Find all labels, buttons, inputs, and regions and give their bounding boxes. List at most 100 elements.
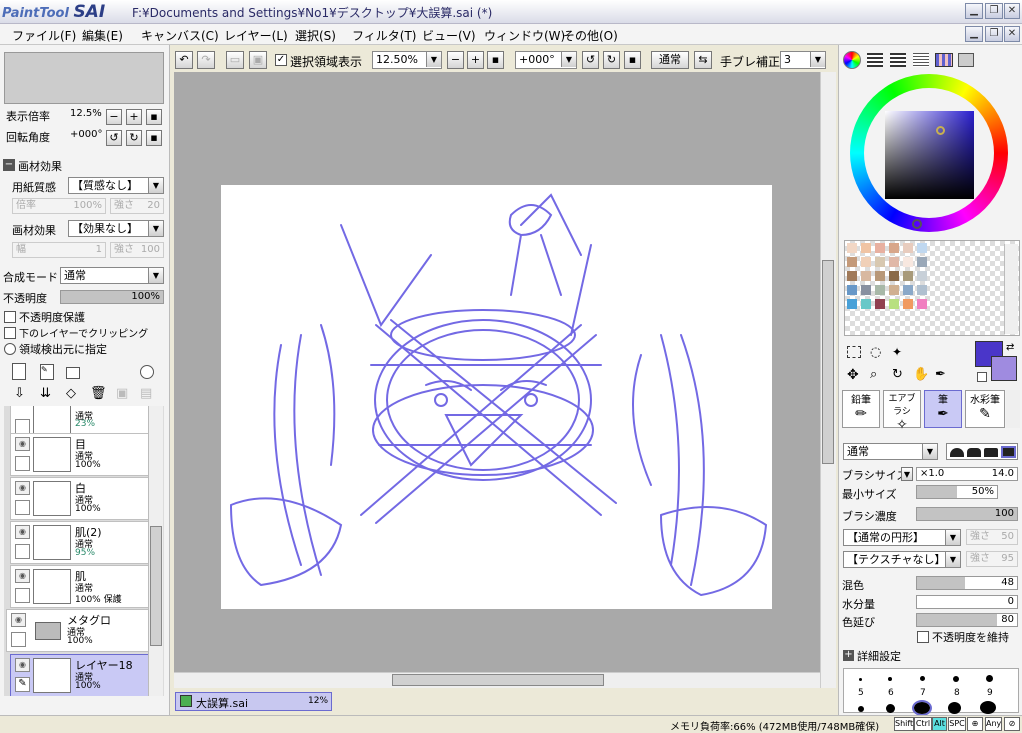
- layer-item-skin2[interactable]: ◉ 肌(2) 通常 95%: [10, 521, 151, 564]
- palette-swatch[interactable]: [917, 299, 927, 309]
- eye-icon[interactable]: ◉: [15, 658, 30, 672]
- layer-lock-icon[interactable]: [15, 500, 30, 515]
- edge-shape-1[interactable]: [950, 448, 964, 457]
- size-dot[interactable]: [886, 704, 895, 713]
- pen-icon[interactable]: ✎: [15, 677, 30, 692]
- edge-shape-4[interactable]: [1001, 446, 1016, 458]
- menu-edit[interactable]: 編集(E): [82, 27, 123, 44]
- flip-button[interactable]: ⇆: [694, 51, 712, 69]
- brush-edge-shapes[interactable]: [946, 443, 1018, 460]
- tool-pencil[interactable]: 鉛筆 ✏: [842, 390, 880, 428]
- hsv-slider-icon[interactable]: [890, 53, 906, 67]
- redo-button[interactable]: ↷: [197, 51, 215, 69]
- palette-swatch[interactable]: [917, 257, 927, 267]
- palette-swatch[interactable]: [917, 271, 927, 281]
- canvas-vertical-scrollbar[interactable]: [820, 72, 836, 688]
- menu-filter[interactable]: フィルタ(T): [352, 27, 416, 44]
- density-slider[interactable]: 100: [916, 507, 1018, 521]
- size-dot[interactable]: [858, 706, 864, 712]
- deselect-button[interactable]: ▭: [226, 51, 244, 69]
- size-dot[interactable]: [948, 702, 961, 714]
- layer-item-eyes[interactable]: ◉ 目通常 100%: [10, 433, 151, 476]
- palette-swatch[interactable]: [875, 285, 885, 295]
- brush-texture-select[interactable]: 【テクスチャなし】 ▼: [843, 551, 961, 568]
- maximize-button[interactable]: ❐: [985, 3, 1003, 19]
- protect-opacity-checkbox[interactable]: [4, 311, 16, 323]
- size-dot[interactable]: [980, 701, 996, 714]
- eye-icon[interactable]: ◉: [15, 481, 30, 495]
- rotate-reset-button[interactable]: ▪: [146, 130, 162, 146]
- rotate-tool-icon[interactable]: ↻: [892, 367, 903, 382]
- canvas-paper[interactable]: [221, 185, 772, 609]
- layer-lock-icon[interactable]: [15, 588, 30, 603]
- menu-canvas[interactable]: キャンバス(C): [141, 27, 219, 44]
- layer-item-skin[interactable]: ◉ 肌通常 100% 保護: [10, 565, 151, 608]
- size-dot[interactable]: [986, 675, 993, 682]
- palette-swatch[interactable]: [875, 271, 885, 281]
- layer-item-white[interactable]: ◉ 白通常 100%: [10, 477, 151, 520]
- collapse-icon[interactable]: −: [3, 159, 15, 171]
- brush-mode-select[interactable]: 通常 ▼: [843, 443, 938, 460]
- palette-swatch[interactable]: [875, 299, 885, 309]
- zoom-select[interactable]: 12.50% ▼: [372, 51, 442, 69]
- color-wheel-tab-icon[interactable]: [843, 51, 861, 69]
- minimize-button[interactable]: ▁: [965, 3, 983, 19]
- new-linework-layer-icon[interactable]: ✎: [40, 364, 54, 380]
- keep-opacity-checkbox[interactable]: [917, 631, 929, 643]
- edge-shape-3[interactable]: [984, 448, 998, 457]
- toolbar-zoom-reset-button[interactable]: ▪: [487, 51, 504, 69]
- layer-list-scrollbar[interactable]: [148, 406, 163, 696]
- swatches-tab-icon[interactable]: [935, 53, 953, 67]
- toolbar-rotate-reset-button[interactable]: ▪: [624, 51, 641, 69]
- water-slider[interactable]: 0: [916, 595, 1018, 609]
- color-bar-icon[interactable]: [913, 53, 929, 67]
- palette-swatch[interactable]: [861, 271, 871, 281]
- rotation-select[interactable]: +000° ▼: [515, 51, 577, 69]
- view-mode-button[interactable]: 通常: [651, 51, 689, 69]
- lasso-icon[interactable]: ◌: [870, 345, 881, 360]
- undo-button[interactable]: ↶: [175, 51, 193, 69]
- hue-picker-marker[interactable]: [912, 219, 922, 229]
- palette-swatch[interactable]: [847, 271, 857, 281]
- brush-size-presets[interactable]: 5 6 7 8 9: [843, 668, 1019, 716]
- navigator-preview[interactable]: [4, 52, 164, 104]
- clipping-checkbox[interactable]: [4, 327, 16, 339]
- palette-swatch[interactable]: [917, 285, 927, 295]
- toolbar-zoom-in-button[interactable]: +: [467, 51, 484, 69]
- doc-close-button[interactable]: ✕: [1004, 26, 1020, 42]
- rotate-right-button[interactable]: ↻: [126, 130, 142, 146]
- rotate-left-button[interactable]: ↺: [106, 130, 122, 146]
- hand-icon[interactable]: ✋: [913, 367, 929, 382]
- blend-slider[interactable]: 48: [916, 576, 1018, 590]
- effect-select[interactable]: 【効果なし】 ▼: [68, 220, 164, 237]
- doc-minimize-button[interactable]: ▁: [965, 26, 983, 42]
- brush-shape-select[interactable]: 【通常の円形】 ▼: [843, 529, 961, 546]
- palette-swatch[interactable]: [903, 285, 913, 295]
- menu-window[interactable]: ウィンドウ(W): [484, 27, 565, 44]
- palette-swatch[interactable]: [889, 243, 899, 253]
- menu-file[interactable]: ファイル(F): [12, 27, 76, 44]
- palette-swatch[interactable]: [875, 257, 885, 267]
- brush-size-slider[interactable]: ×1.0 14.0: [916, 467, 1018, 481]
- sv-picker-marker[interactable]: [936, 126, 945, 135]
- detect-source-radio[interactable]: [4, 343, 16, 355]
- canvas-horizontal-scrollbar[interactable]: [174, 672, 820, 688]
- palette-swatch[interactable]: [889, 257, 899, 267]
- menu-other[interactable]: その他(O): [563, 27, 618, 44]
- stabilizer-select[interactable]: 3 ▼: [780, 51, 826, 69]
- palette-swatch[interactable]: [847, 285, 857, 295]
- layer-mask-icon[interactable]: [140, 365, 154, 379]
- document-tab[interactable]: 大誤算.sai 12%: [175, 692, 332, 711]
- layer-lock-icon[interactable]: [11, 632, 26, 647]
- select-rect-icon[interactable]: [847, 346, 861, 358]
- swap-colors-icon[interactable]: ⇄: [1006, 342, 1014, 353]
- zoom-in-button[interactable]: +: [126, 109, 142, 125]
- magic-wand-icon[interactable]: ✦: [892, 345, 902, 359]
- palette-swatch[interactable]: [847, 257, 857, 267]
- edge-shape-2[interactable]: [967, 448, 981, 457]
- eye-icon[interactable]: ◉: [15, 525, 30, 539]
- palette-swatch[interactable]: [917, 243, 927, 253]
- palette-swatch[interactable]: [889, 271, 899, 281]
- toolbar-rotate-right-button[interactable]: ↻: [603, 51, 620, 69]
- min-size-slider[interactable]: 50%: [916, 485, 998, 499]
